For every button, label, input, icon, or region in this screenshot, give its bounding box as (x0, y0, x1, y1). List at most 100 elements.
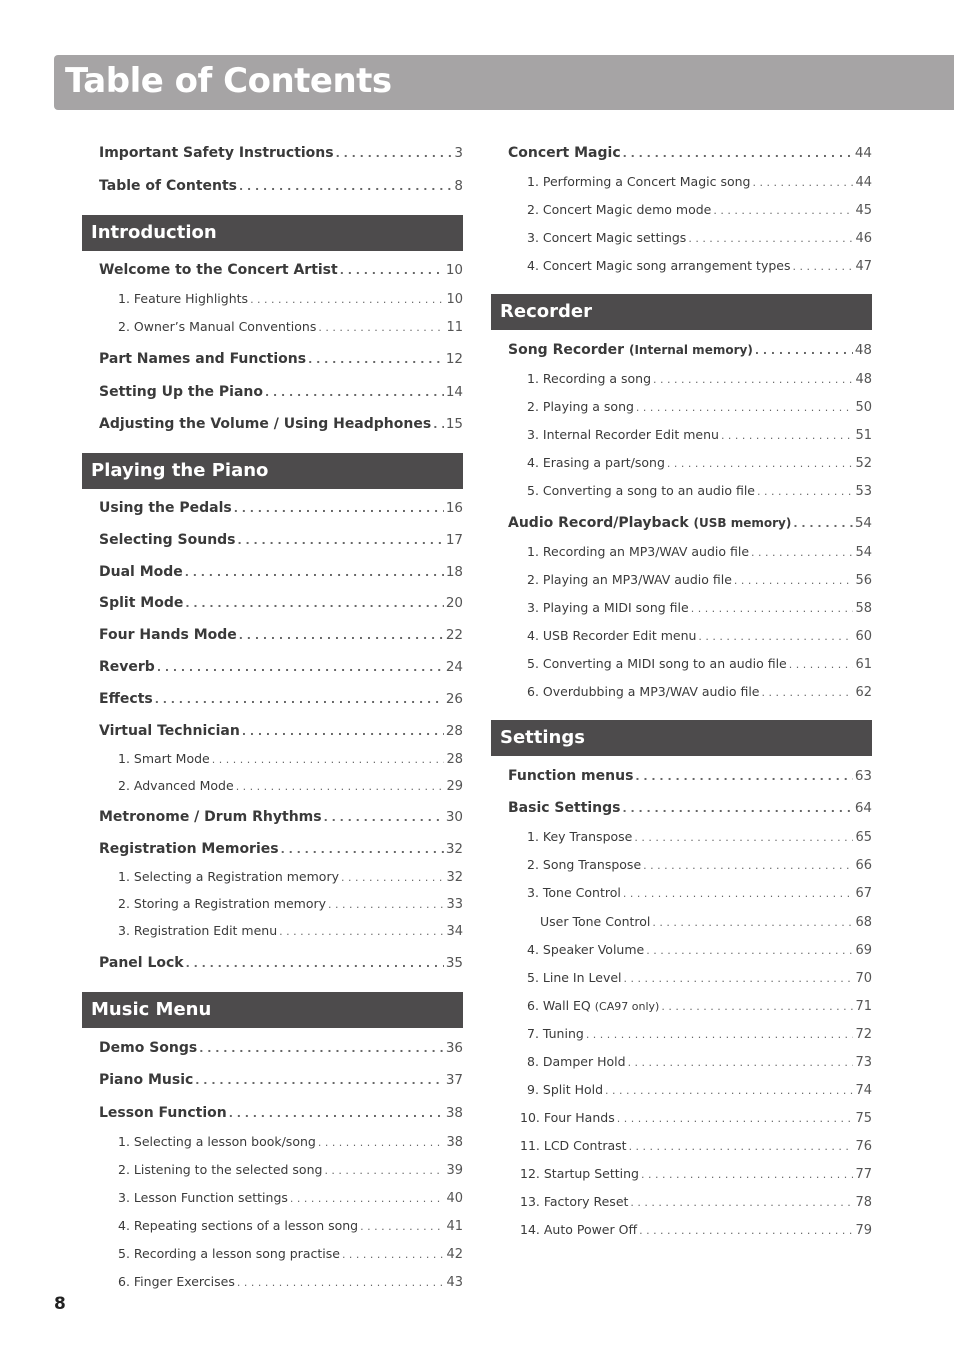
toc-subentry[interactable]: 1. Performing a Concert Magic song 44 (527, 174, 872, 190)
toc-entry[interactable]: Concert Magic 44 (508, 145, 872, 161)
toc-subentry[interactable]: User Tone Control 68 (540, 914, 872, 930)
toc-entry[interactable]: Using the Pedals 16 (99, 500, 463, 516)
toc-subentry[interactable]: 4. Erasing a part/song 52 (527, 455, 872, 471)
entry-page: 35 (445, 955, 463, 971)
toc-subentry[interactable]: 5. Converting a MIDI song to an audio fi… (527, 656, 872, 672)
dot-leader (688, 232, 853, 245)
toc-entry[interactable]: Basic Settings 64 (508, 800, 872, 816)
dot-leader (636, 401, 854, 414)
toc-subentry[interactable]: 4. Speaker Volume 69 (527, 942, 872, 958)
entry-page: 44 (854, 145, 872, 161)
toc-subentry[interactable]: 7. Tuning 72 (527, 1026, 872, 1042)
entry-page: 18 (445, 564, 463, 580)
toc-entry[interactable]: Welcome to the Concert Artist 10 (99, 262, 463, 278)
toc-subentry[interactable]: 2. Song Transpose 66 (527, 857, 872, 873)
dot-leader (721, 429, 854, 442)
toc-entry[interactable]: Audio Record/Playback (USB memory) 54 (508, 515, 872, 531)
entry-label: 2. Storing a Registration memory (118, 896, 327, 911)
entry-label: 5. Converting a MIDI song to an audio fi… (527, 656, 787, 671)
toc-subentry[interactable]: 3. Playing a MIDI song file 58 (527, 600, 872, 616)
entry-label-text: Song Recorder (508, 342, 625, 358)
toc-subentry[interactable]: 2. Advanced Mode 29 (118, 778, 463, 794)
toc-subentry[interactable]: 5. Recording a lesson song practise 42 (118, 1246, 463, 1262)
toc-subentry[interactable]: 2. Storing a Registration memory 33 (118, 896, 463, 912)
toc-subentry[interactable]: 3. Concert Magic settings 46 (527, 230, 872, 246)
section-title: Playing the Piano (91, 460, 269, 481)
toc-subentry[interactable]: 1. Selecting a Registration memory 32 (118, 869, 463, 885)
toc-entry[interactable]: Table of Contents 8 (99, 178, 463, 194)
dot-leader (643, 859, 853, 872)
toc-subentry[interactable]: 6. Finger Exercises 43 (118, 1274, 463, 1290)
entry-label: Dual Mode (99, 564, 183, 580)
toc-entry[interactable]: Effects 26 (99, 691, 463, 707)
toc-entry[interactable]: Virtual Technician 28 (99, 723, 463, 739)
entry-page: 34 (446, 924, 463, 939)
entry-page: 20 (445, 595, 463, 611)
toc-entry[interactable]: Dual Mode 18 (99, 564, 463, 580)
toc-subentry[interactable]: 1. Recording a song 48 (527, 371, 872, 387)
toc-subentry[interactable]: 3. Tone Control 67 (527, 885, 872, 901)
toc-subentry[interactable]: 4. USB Recorder Edit menu 60 (527, 628, 872, 644)
toc-subentry[interactable]: 14. Auto Power Off 79 (520, 1222, 872, 1238)
toc-subentry[interactable]: 6. Overdubbing a MP3/WAV audio file 62 (527, 684, 872, 700)
toc-entry[interactable]: Song Recorder (Internal memory) 48 (508, 342, 872, 358)
entry-page: 53 (855, 484, 872, 499)
toc-subentry[interactable]: 9. Split Hold 74 (527, 1082, 872, 1098)
entry-label: 2. Owner’s Manual Conventions (118, 319, 317, 334)
dot-leader (634, 831, 853, 844)
toc-subentry[interactable]: 1. Recording an MP3/WAV audio file 54 (527, 544, 872, 560)
toc-subentry[interactable]: 11. LCD Contrast 76 (520, 1138, 872, 1154)
toc-entry[interactable]: Function menus 63 (508, 768, 872, 784)
toc-subentry[interactable]: 2. Listening to the selected song 39 (118, 1162, 463, 1178)
toc-subentry[interactable]: 6. Wall EQ (CA97 only) 71 (527, 998, 872, 1014)
toc-entry[interactable]: Part Names and Functions 12 (99, 351, 463, 367)
toc-entry[interactable]: Important Safety Instructions 3 (99, 145, 463, 161)
toc-subentry[interactable]: 13. Factory Reset 78 (520, 1194, 872, 1210)
toc-entry[interactable]: Split Mode 20 (99, 595, 463, 611)
entry-page: 29 (446, 779, 463, 794)
toc-entry[interactable]: Demo Songs 36 (99, 1040, 463, 1056)
toc-entry[interactable]: Adjusting the Volume / Using Headphones 1… (99, 416, 463, 432)
dot-leader (324, 811, 444, 824)
toc-subentry[interactable]: 12. Startup Setting 77 (520, 1166, 872, 1182)
toc-entry[interactable]: Registration Memories 32 (99, 841, 463, 857)
toc-subentry[interactable]: 2. Concert Magic demo mode 45 (527, 202, 872, 218)
dot-leader (635, 770, 852, 783)
toc-entry[interactable]: Piano Music 37 (99, 1072, 463, 1088)
toc-subentry[interactable]: 8. Damper Hold 73 (527, 1054, 872, 1070)
entry-page: 11 (446, 320, 463, 335)
toc-entry[interactable]: Four Hands Mode 22 (99, 627, 463, 643)
toc-subentry[interactable]: 1. Selecting a lesson book/song 38 (118, 1134, 463, 1150)
toc-subentry[interactable]: 4. Concert Magic song arrangement types 4… (527, 258, 872, 274)
dot-leader (360, 1220, 444, 1233)
toc-entry[interactable]: Panel Lock 35 (99, 955, 463, 971)
entry-page: 48 (854, 342, 872, 358)
toc-entry[interactable]: Reverb 24 (99, 659, 463, 675)
toc-subentry[interactable]: 3. Internal Recorder Edit menu 51 (527, 427, 872, 443)
entry-label: 4. Erasing a part/song (527, 455, 665, 470)
entry-label: 2. Advanced Mode (118, 778, 234, 793)
toc-subentry[interactable]: 1. Smart Mode 28 (118, 751, 463, 767)
dot-leader (318, 321, 444, 334)
toc-subentry[interactable]: 2. Owner’s Manual Conventions 11 (118, 319, 463, 335)
toc-subentry[interactable]: 1. Feature Highlights 10 (118, 291, 463, 307)
toc-subentry[interactable]: 1. Key Transpose 65 (527, 829, 872, 845)
toc-subentry[interactable]: 5. Converting a song to an audio file 53 (527, 483, 872, 499)
toc-subentry[interactable]: 10. Four Hands 75 (520, 1110, 872, 1126)
toc-subentry[interactable]: 3. Registration Edit menu 34 (118, 923, 463, 939)
toc-subentry[interactable]: 2. Playing a song 50 (527, 399, 872, 415)
entry-label: 8. Damper Hold (527, 1054, 626, 1069)
toc-subentry[interactable]: 2. Playing an MP3/WAV audio file 56 (527, 572, 872, 588)
entry-label: 7. Tuning (527, 1026, 584, 1041)
toc-entry[interactable]: Metronome / Drum Rhythms 30 (99, 809, 463, 825)
toc-subentry[interactable]: 5. Line In Level 70 (527, 970, 872, 986)
toc-entry[interactable]: Setting Up the Piano 14 (99, 384, 463, 400)
toc-entry[interactable]: Lesson Function 38 (99, 1105, 463, 1121)
toc-subentry[interactable]: 3. Lesson Function settings 40 (118, 1190, 463, 1206)
section-title: Recorder (500, 301, 592, 322)
entry-page: 63 (854, 768, 872, 784)
entry-label: 5. Converting a song to an audio file (527, 483, 755, 498)
toc-entry[interactable]: Selecting Sounds 17 (99, 532, 463, 548)
toc-subentry[interactable]: 4. Repeating sections of a lesson song 41 (118, 1218, 463, 1234)
entry-page: 65 (855, 830, 872, 845)
